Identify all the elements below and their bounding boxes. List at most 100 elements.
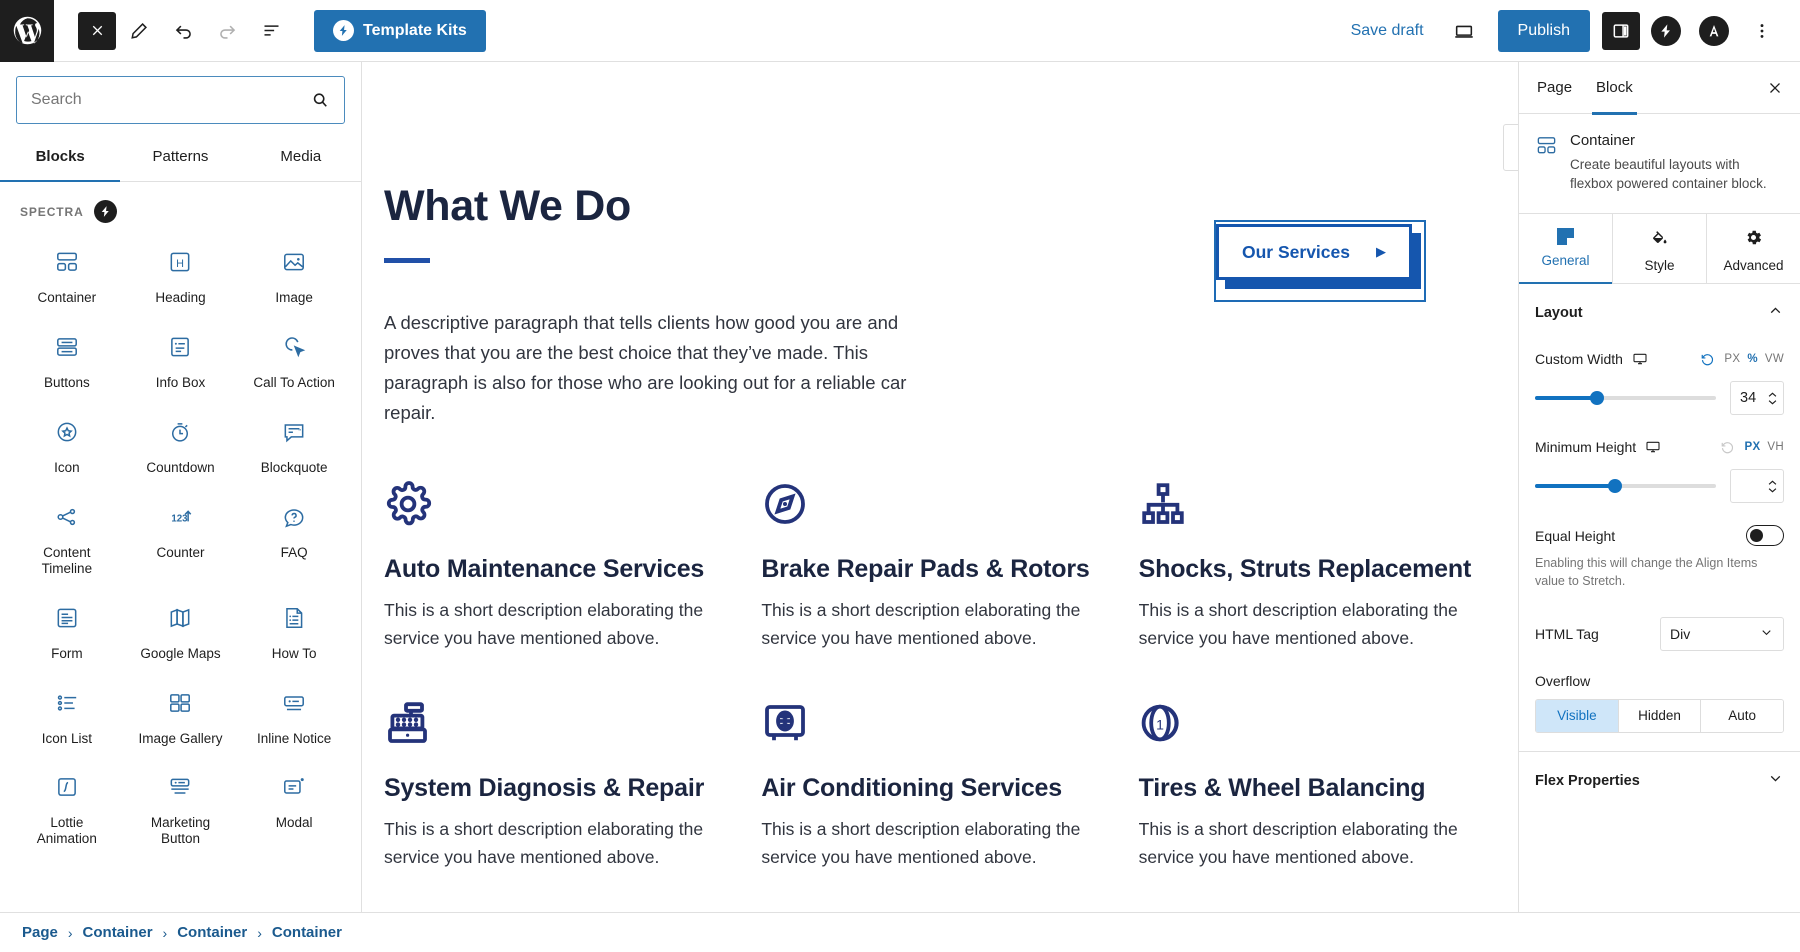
save-draft-button[interactable]: Save draft [1337,14,1438,48]
edit-mode-button[interactable] [118,10,160,52]
minimum-height-number-box[interactable] [1730,469,1784,504]
breadcrumb-item-page[interactable]: Page [22,924,58,941]
unit-px[interactable]: PX [1724,353,1740,365]
block-item-heading[interactable]: H Heading [124,231,238,316]
custom-width-slider[interactable] [1535,391,1716,406]
unit-vw[interactable]: VW [1765,353,1784,365]
spinner-icon[interactable] [1767,480,1778,493]
block-item-modal[interactable]: Modal [237,756,351,857]
wordpress-logo-icon[interactable] [0,0,54,62]
minimum-height-slider[interactable] [1535,479,1716,494]
reset-icon[interactable] [1698,352,1717,367]
spectra-icon[interactable] [1644,9,1688,53]
tab-general[interactable]: General [1519,214,1612,285]
block-item-form[interactable]: Form [10,587,124,672]
minimum-height-input[interactable] [1740,478,1765,495]
close-icon[interactable] [1756,69,1794,107]
html-tag-select[interactable]: Div [1660,616,1784,651]
service-card-title[interactable]: Air Conditioning Services [761,773,1104,803]
redo-button[interactable] [206,10,248,52]
breadcrumb-item-container-1[interactable]: Container [83,924,153,941]
astra-icon[interactable] [1692,9,1736,53]
spinner-icon[interactable] [1767,392,1778,405]
service-card-desc[interactable]: This is a short description elaborating … [761,815,1104,872]
block-item-lottie-animation[interactable]: Lottie Animation [10,756,124,857]
breadcrumb-item-container-3[interactable]: Container [272,924,342,941]
page-title[interactable]: What We Do [384,182,984,230]
block-item-icon[interactable]: Icon [10,401,124,486]
template-kits-button[interactable]: Template Kits [314,9,486,52]
service-card-desc[interactable]: This is a short description elaborating … [384,596,727,653]
block-item-buttons[interactable]: Buttons [10,316,124,401]
service-card[interactable]: Auto Maintenance Services This is a shor… [384,480,727,653]
service-card[interactable]: System Diagnosis & Repair This is a shor… [384,699,727,872]
desktop-icon[interactable] [1632,351,1648,367]
service-card[interactable]: Shocks, Struts Replacement This is a sho… [1139,480,1482,653]
chevron-down-icon [1759,625,1774,643]
blocks-scroll-area[interactable]: SPECTRA Container H Heading Image Button… [0,182,361,912]
service-card-desc[interactable]: This is a short description elaborating … [761,596,1104,653]
block-item-how-to[interactable]: How To [237,587,351,672]
block-item-google-maps[interactable]: Google Maps [124,587,238,672]
tab-blocks[interactable]: Blocks [0,134,121,182]
select-parent-container-icon[interactable] [1504,125,1518,170]
custom-width-input[interactable] [1740,390,1765,407]
block-item-container[interactable]: Container [10,231,124,316]
equal-height-toggle[interactable] [1746,525,1784,547]
unit-vh[interactable]: VH [1767,441,1784,453]
hero-paragraph[interactable]: A descriptive paragraph that tells clien… [384,308,944,428]
close-editor-button[interactable] [78,11,116,50]
overflow-option-hidden[interactable]: Hidden [1617,699,1701,732]
tab-media[interactable]: Media [241,134,361,181]
service-card-desc[interactable]: This is a short description elaborating … [1139,596,1482,653]
publish-button[interactable]: Publish [1497,9,1590,52]
desktop-icon[interactable] [1645,439,1661,455]
block-item-countdown[interactable]: Countdown [124,401,238,486]
service-card-title[interactable]: Shocks, Struts Replacement [1139,554,1482,584]
tab-style[interactable]: Style [1612,214,1706,284]
block-item-blockquote[interactable]: ” Blockquote [237,401,351,486]
service-card[interactable]: Brake Repair Pads & Rotors This is a sho… [761,480,1104,653]
block-item-icon-list[interactable]: Icon List [10,672,124,757]
editor-canvas[interactable]: What We Do A descriptive paragraph that … [362,62,1518,912]
overflow-option-visible[interactable]: Visible [1536,699,1618,732]
custom-width-number-box[interactable] [1730,381,1784,416]
service-card[interactable]: Air Conditioning Services This is a shor… [761,699,1104,872]
block-item-faq[interactable]: FAQ [237,486,351,587]
our-services-button[interactable]: Our Services ▶ [1216,224,1412,280]
tab-page[interactable]: Page [1525,62,1584,114]
block-item-image[interactable]: Image [237,231,351,316]
service-card-title[interactable]: Brake Repair Pads & Rotors [761,554,1104,584]
reset-icon[interactable] [1718,440,1737,455]
block-item-marketing-button[interactable]: Marketing Button [124,756,238,857]
service-card[interactable]: 1 Tires & Wheel Balancing This is a shor… [1139,699,1482,872]
block-item-info-box[interactable]: Info Box [124,316,238,401]
more-options-icon[interactable] [1740,9,1784,53]
tab-block[interactable]: Block [1584,62,1645,115]
search-box[interactable] [16,76,345,124]
service-card-desc[interactable]: This is a short description elaborating … [384,815,727,872]
flex-properties-panel-header[interactable]: Flex Properties [1519,752,1800,807]
unit-px[interactable]: PX [1744,441,1760,453]
block-item-content-timeline[interactable]: Content Timeline [10,486,124,587]
breadcrumb-item-container-2[interactable]: Container [177,924,247,941]
block-item-image-gallery[interactable]: Image Gallery [124,672,238,757]
block-item-counter[interactable]: 123 Counter [124,486,238,587]
desktop-preview-icon[interactable] [1442,9,1486,53]
block-item-call-to-action[interactable]: Call To Action [237,316,351,401]
tab-patterns[interactable]: Patterns [120,134,240,181]
overflow-option-auto[interactable]: Auto [1700,699,1783,732]
service-card-title[interactable]: Auto Maintenance Services [384,554,727,584]
block-item-inline-notice[interactable]: Inline Notice [237,672,351,757]
tab-advanced[interactable]: Advanced [1706,214,1800,284]
layout-panel-header[interactable]: Layout [1519,284,1800,339]
undo-button[interactable] [162,10,204,52]
service-card-title[interactable]: System Diagnosis & Repair [384,773,727,803]
settings-sidebar-icon[interactable] [1602,11,1640,50]
unit-percent[interactable]: % [1747,353,1758,365]
search-input[interactable] [17,77,310,123]
document-overview-icon[interactable] [250,10,292,52]
block-item-label: Blockquote [260,459,328,475]
service-card-desc[interactable]: This is a short description elaborating … [1139,815,1482,872]
service-card-title[interactable]: Tires & Wheel Balancing [1139,773,1482,803]
